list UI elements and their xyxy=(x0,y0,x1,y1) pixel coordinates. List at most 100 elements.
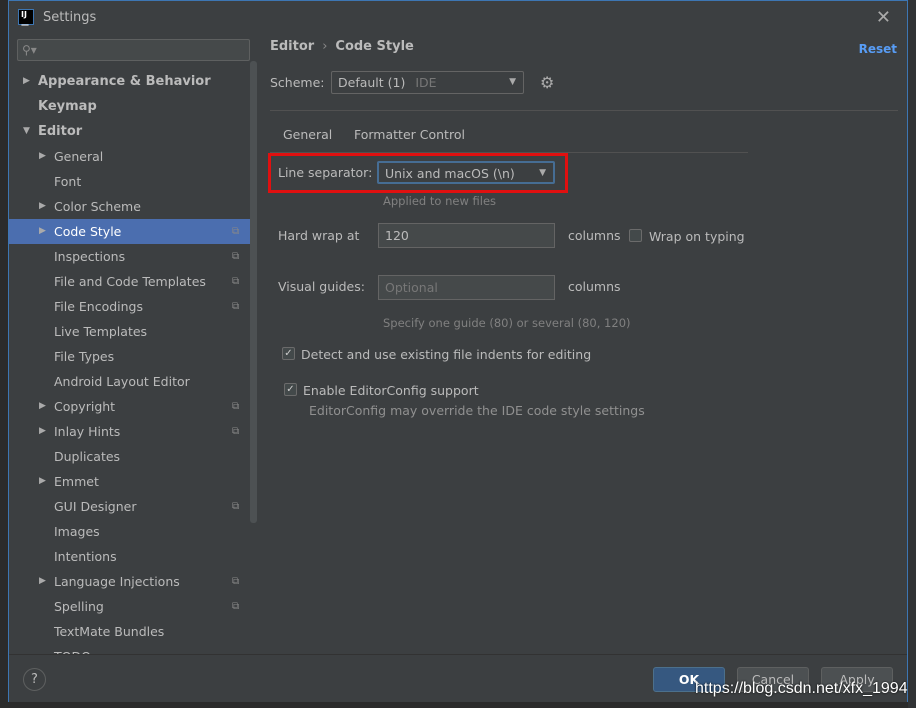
breadcrumb-separator: › xyxy=(322,39,328,54)
sidebar-item-file-types[interactable]: File Types xyxy=(9,344,250,369)
sidebar-item-label: Android Layout Editor xyxy=(54,374,190,389)
sidebar-item-language-injections[interactable]: ▶ Language Injections ⧉ xyxy=(9,569,250,594)
sidebar-item-appearance-behavior[interactable]: ▶ Appearance & Behavior xyxy=(9,69,250,94)
sidebar-item-label: File and Code Templates xyxy=(54,274,206,289)
sidebar-item-live-templates[interactable]: Live Templates xyxy=(9,319,250,344)
scheme-dropdown[interactable]: Default (1) IDE ▼ xyxy=(331,71,524,94)
detect-indents-checkbox[interactable]: ✓ xyxy=(282,347,295,360)
tab-general[interactable]: General xyxy=(283,127,332,142)
line-separator-value: Unix and macOS (\n) xyxy=(385,166,515,181)
sidebar-item-label: Live Templates xyxy=(54,324,148,339)
sidebar-scrollbar[interactable] xyxy=(250,61,257,523)
visual-guides-label: Visual guides: xyxy=(278,279,365,294)
sidebar-item-file-and-code-templates[interactable]: File and Code Templates ⧉ xyxy=(9,269,250,294)
chevron-down-icon: ▼ xyxy=(539,168,546,178)
sidebar-item-duplicates[interactable]: Duplicates xyxy=(9,444,250,469)
wrap-on-typing-label: Wrap on typing xyxy=(649,229,745,244)
sidebar-item-file-encodings[interactable]: File Encodings ⧉ xyxy=(9,294,250,319)
sidebar-item-label: Font xyxy=(54,174,82,189)
reset-link[interactable]: Reset xyxy=(859,42,897,56)
sidebar-item-todo[interactable]: TODO xyxy=(9,644,250,654)
collapsed-arrow-icon[interactable]: ▶ xyxy=(39,194,46,219)
sidebar-item-general[interactable]: ▶ General xyxy=(9,144,250,169)
line-separator-dropdown[interactable]: Unix and macOS (\n) ▼ xyxy=(377,161,555,184)
detect-indents-label: Detect and use existing file indents for… xyxy=(301,347,592,362)
sidebar-item-images[interactable]: Images xyxy=(9,519,250,544)
editorconfig-hint: EditorConfig may override the IDE code s… xyxy=(309,403,645,418)
project-scope-icon: ⧉ xyxy=(232,501,240,512)
sidebar-item-emmet[interactable]: ▶ Emmet xyxy=(9,469,250,494)
sidebar-item-inlay-hints[interactable]: ▶ Inlay Hints ⧉ xyxy=(9,419,250,444)
sidebar-item-label: Duplicates xyxy=(54,449,121,464)
sidebar-item-color-scheme[interactable]: ▶ Color Scheme xyxy=(9,194,250,219)
sidebar-item-label: Inlay Hints xyxy=(54,424,121,439)
sidebar-item-label: Appearance & Behavior xyxy=(38,74,211,89)
collapsed-arrow-icon[interactable]: ▶ xyxy=(39,569,46,594)
editorconfig-checkbox[interactable]: ✓ xyxy=(284,383,297,396)
scheme-label: Scheme: xyxy=(270,75,325,90)
sidebar-item-gui-designer[interactable]: GUI Designer ⧉ xyxy=(9,494,250,519)
sidebar-item-label: Keymap xyxy=(38,99,97,114)
sidebar-item-label: Emmet xyxy=(54,474,99,489)
project-scope-icon: ⧉ xyxy=(232,601,240,612)
collapsed-arrow-icon[interactable]: ▶ xyxy=(39,419,46,444)
window-title: Settings xyxy=(43,9,97,25)
help-button[interactable]: ? xyxy=(23,668,46,691)
project-scope-icon: ⧉ xyxy=(232,401,240,412)
line-separator-label: Line separator: xyxy=(278,165,373,180)
settings-dialog: IJ — Settings ✕ ⚲▾ ▶ Appearance & Behavior… xyxy=(8,0,908,702)
hard-wrap-input[interactable]: 120 xyxy=(378,223,555,248)
sidebar-item-label: TextMate Bundles xyxy=(54,624,165,639)
columns-label: columns xyxy=(568,228,621,243)
sidebar-item-inspections[interactable]: Inspections ⧉ xyxy=(9,244,250,269)
sidebar-item-label: GUI Designer xyxy=(54,499,137,514)
columns-label: columns xyxy=(568,279,621,294)
sidebar-item-editor[interactable]: ▼ Editor xyxy=(9,119,250,144)
sidebar-item-label: Spelling xyxy=(54,599,104,614)
sidebar-item-textmate-bundles[interactable]: TextMate Bundles xyxy=(9,619,250,644)
breadcrumb-current: Code Style xyxy=(335,39,414,54)
scheme-value: Default (1) xyxy=(338,75,406,90)
visual-guides-input[interactable]: Optional xyxy=(378,275,555,300)
project-scope-icon: ⧉ xyxy=(232,576,240,587)
background-window xyxy=(908,0,916,708)
hard-wrap-label: Hard wrap at xyxy=(278,228,360,243)
sidebar-item-spelling[interactable]: Spelling ⧉ xyxy=(9,594,250,619)
sidebar-item-keymap[interactable]: Keymap xyxy=(9,94,250,119)
sidebar-item-font[interactable]: Font xyxy=(9,169,250,194)
sidebar-item-label: Editor xyxy=(38,124,83,139)
collapsed-arrow-icon[interactable]: ▶ xyxy=(23,69,30,94)
settings-sidebar: ⚲▾ ▶ Appearance & Behavior Keymap ▼ Editor ▶ G… xyxy=(9,33,258,654)
sidebar-item-label: File Types xyxy=(54,349,115,364)
chevron-down-icon: ▼ xyxy=(509,77,516,87)
sidebar-item-android-layout-editor[interactable]: Android Layout Editor xyxy=(9,369,250,394)
sidebar-item-label: Color Scheme xyxy=(54,199,141,214)
project-scope-icon: ⧉ xyxy=(232,251,240,262)
sidebar-item-label: Copyright xyxy=(54,399,116,414)
sidebar-item-copyright[interactable]: ▶ Copyright ⧉ xyxy=(9,394,250,419)
visual-guides-hint: Specify one guide (80) or several (80, 1… xyxy=(383,316,631,330)
sidebar-item-label: Language Injections xyxy=(54,574,180,589)
close-icon[interactable]: ✕ xyxy=(876,7,891,28)
expanded-arrow-icon[interactable]: ▼ xyxy=(23,119,30,144)
collapsed-arrow-icon[interactable]: ▶ xyxy=(39,394,46,419)
sidebar-item-label: TODO xyxy=(54,644,91,654)
search-input[interactable]: ⚲▾ xyxy=(17,39,250,61)
intellij-logo-icon: IJ — xyxy=(18,9,34,29)
scheme-suffix: IDE xyxy=(415,75,437,90)
project-scope-icon: ⧉ xyxy=(232,226,240,237)
collapsed-arrow-icon[interactable]: ▶ xyxy=(39,469,46,494)
collapsed-arrow-icon[interactable]: ▶ xyxy=(39,219,46,244)
gear-icon[interactable]: ⚙ xyxy=(540,73,554,92)
collapsed-arrow-icon[interactable]: ▶ xyxy=(39,144,46,169)
sidebar-item-intentions[interactable]: Intentions xyxy=(9,544,250,569)
title-bar: IJ — Settings ✕ xyxy=(9,1,907,33)
breadcrumb-parent[interactable]: Editor xyxy=(270,39,314,54)
wrap-on-typing-checkbox[interactable] xyxy=(629,229,642,242)
content-panel: Editor › Code Style Reset Scheme: Default … xyxy=(258,33,907,654)
divider xyxy=(270,110,898,111)
tab-formatter-control[interactable]: Formatter Control xyxy=(354,127,465,142)
sidebar-item-label: Code Style xyxy=(54,224,122,239)
watermark: https://blog.csdn.net/xfx_1994 xyxy=(695,680,908,697)
sidebar-item-code-style[interactable]: ▶ Code Style ⧉ xyxy=(9,219,250,244)
